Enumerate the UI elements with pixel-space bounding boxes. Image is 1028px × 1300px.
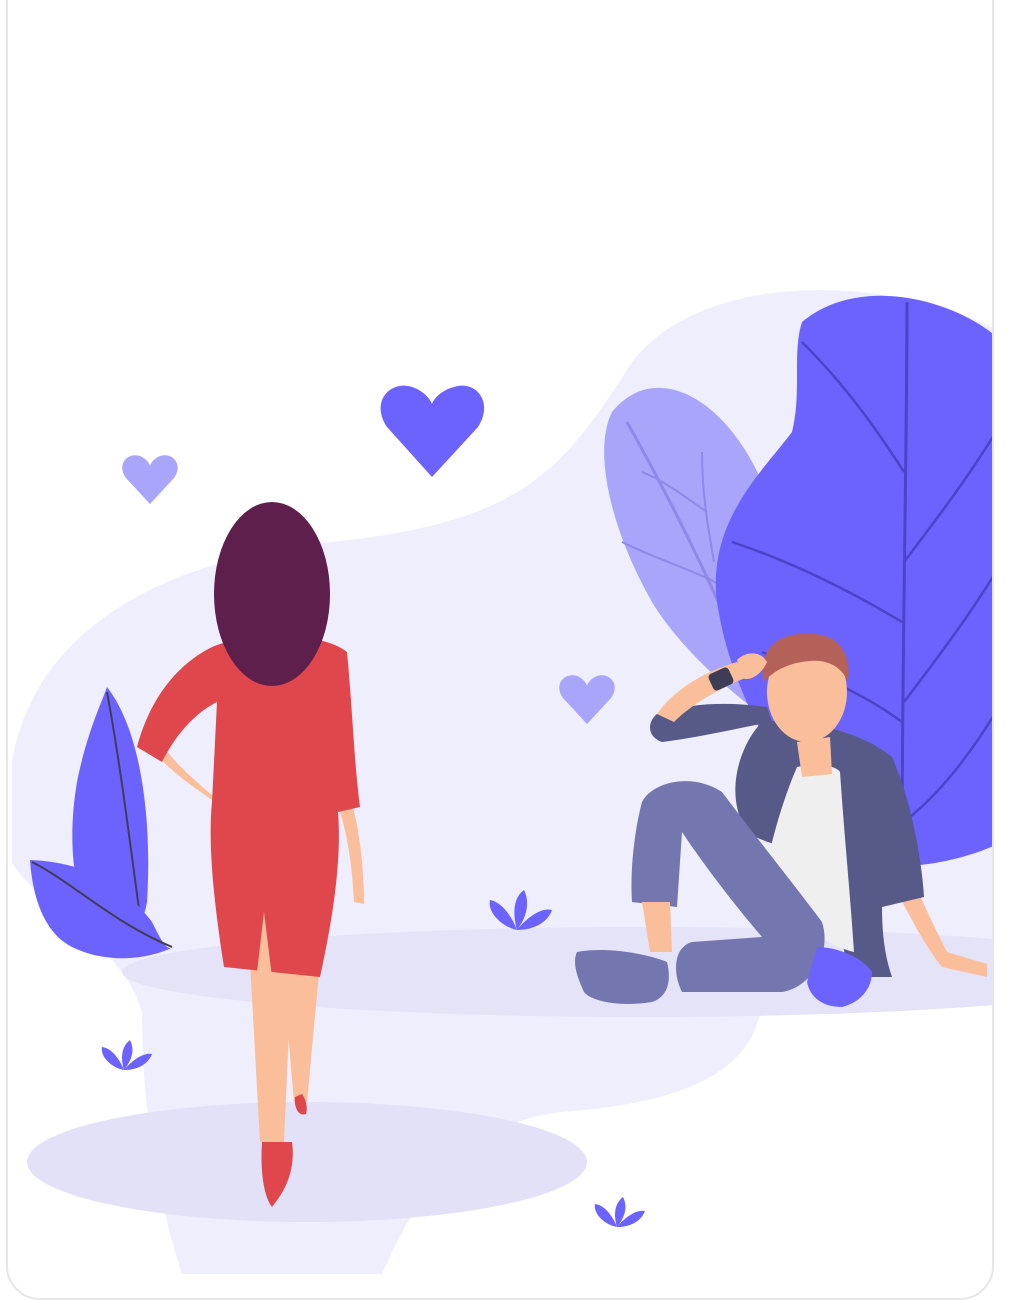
dating-illustration	[12, 290, 992, 1274]
heart-icon	[380, 385, 485, 477]
heart-icon	[122, 455, 178, 504]
sprout-icon	[594, 1197, 645, 1227]
illustration-card	[6, 0, 994, 1300]
floor-shadow-woman	[27, 1102, 587, 1222]
